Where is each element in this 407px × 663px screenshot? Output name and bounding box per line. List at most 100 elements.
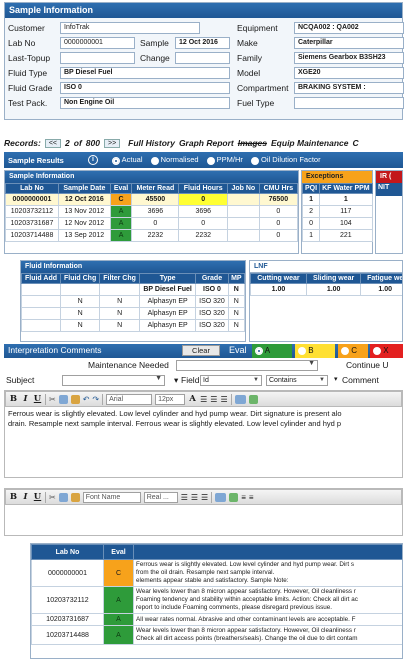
operator-select[interactable]: Contains ▼ [266,375,328,386]
last-topup-field[interactable] [60,52,135,64]
italic-icon[interactable]: I [21,394,30,404]
subject-select[interactable]: ▼ [62,375,165,386]
cut-icon[interactable]: ✂ [49,493,56,502]
customer-field[interactable]: InfoTrak [60,22,200,34]
paste-icon[interactable] [70,492,80,502]
real-size-select[interactable]: Real ... [143,491,178,503]
col-mp[interactable]: MP [227,273,246,284]
table-row[interactable]: 10203732112 13 Nov 2012 A 3696 3696 0 [5,205,299,218]
table-row[interactable]: N N Alphasyn EP ISO 320 N [21,319,246,332]
text-color-icon[interactable]: A [188,394,197,404]
fuel-type-field[interactable] [294,97,404,109]
equipment-field[interactable]: NCQA002 : QA002 [294,22,404,34]
col-cmu-hrs[interactable]: CMU Hrs [258,183,299,194]
radio-oil-dilution[interactable]: Oil Dilution Factor [250,155,321,165]
eval-option-a[interactable]: A [252,344,292,358]
col-fatigue-wear[interactable]: Fatigue we [360,273,402,284]
numbered-list-icon[interactable]: ≡ [249,493,254,502]
col-type[interactable]: Type [138,273,197,284]
radio-ppm-hr[interactable]: PPM/Hr [206,155,243,165]
field-select[interactable]: Id ▼ [200,375,262,386]
compartment-field[interactable]: BRAKING SYSTEM : [294,82,404,94]
model-field[interactable]: XGE20 [294,67,404,79]
table-row[interactable]: 10203714488 A Wear levels lower than 8 m… [31,625,402,645]
table-icon[interactable] [234,394,246,404]
font-name-select[interactable]: Font Name [82,491,141,503]
align-right-icon[interactable]: ☰ [201,493,208,502]
prev-record-button[interactable]: << [44,138,62,148]
font-size-select[interactable]: 12px [155,393,186,405]
col-sliding-wear[interactable]: Sliding wear [305,273,362,284]
copy-icon[interactable] [58,394,68,404]
font-family-select[interactable]: Arial [106,393,153,405]
bold-icon[interactable]: B [9,492,18,502]
table-row[interactable]: BP Diesel Fuel ISO 0N [21,283,246,296]
col-kf-water[interactable]: KF Water PPM [319,183,373,194]
lab-no-field[interactable]: 0000000001 [60,37,135,49]
records-bar-trailing[interactable]: C [352,138,358,148]
undo-icon[interactable]: ↶ [83,395,90,404]
col-history-lab-no[interactable]: Lab No [31,544,104,560]
col-eval[interactable]: Eval [109,183,133,194]
table-row[interactable]: 2 117 [301,205,373,218]
table-row[interactable]: 0000000001 C Ferrous wear is slightly el… [31,559,402,587]
sample-date-field[interactable]: 12 Oct 2016 [175,37,230,49]
radio-actual[interactable]: Actual [112,155,143,165]
maintenance-select[interactable]: ▼ [176,360,318,371]
table-row[interactable]: 10203714488 13 Sep 2012 A 2232 2232 0 [5,229,299,242]
col-pqi[interactable]: PQI [301,183,321,194]
table-icon[interactable] [215,492,227,502]
fluid-grade-field[interactable]: ISO 0 [60,82,230,94]
col-fluid-chg[interactable]: Fluid Chg [59,273,101,284]
redo-icon[interactable]: ↷ [92,395,99,404]
col-fluid-hours[interactable]: Fluid Hours [178,183,228,194]
table-row[interactable]: 10203731687 A All wear rates normal. Abr… [31,613,402,626]
equip-maintenance-link[interactable]: Equip Maintenance [271,138,348,148]
change-field[interactable] [175,52,230,64]
align-right-icon[interactable]: ☰ [220,395,227,404]
graph-report-link[interactable]: Graph Report [179,138,234,148]
eval-option-c[interactable]: C [338,344,368,358]
table-row[interactable]: N N Alphasyn EP ISO 320 N [21,295,246,308]
image-icon[interactable] [248,394,258,404]
col-meter-read[interactable]: Meter Read [131,183,180,194]
info-icon[interactable]: i [88,155,98,165]
table-row[interactable]: N N Alphasyn EP ISO 320 N [21,307,246,320]
eval-option-b[interactable]: B [295,344,335,358]
col-fluid-add[interactable]: Fluid Add [21,273,61,284]
image-icon[interactable] [229,492,239,502]
note-editor-content[interactable] [5,505,402,535]
eval-option-x[interactable]: X [370,344,403,358]
col-job-no[interactable]: Job No [226,183,260,194]
full-history-link[interactable]: Full History [128,138,175,148]
paste-icon[interactable] [70,394,80,404]
col-history-eval[interactable]: Eval [103,544,134,560]
fluid-type-field[interactable]: BP Diesel Fuel [60,67,230,79]
col-cutting-wear[interactable]: Cutting wear [250,273,307,284]
cut-icon[interactable]: ✂ [49,395,56,404]
editor-content[interactable]: Ferrous wear is slightly elevated. Low l… [5,407,402,431]
bold-icon[interactable]: B [9,394,18,404]
table-row[interactable]: 0000000001 12 Oct 2016 C 45500 0 76500 [5,193,299,206]
table-row[interactable]: 10203731687 12 Nov 2012 A 0 0 0 [5,217,299,230]
col-sample-date[interactable]: Sample Date [57,183,111,194]
table-row[interactable]: 1 221 [301,229,373,242]
col-filter-chg[interactable]: Filter Chg [99,273,140,284]
bullet-list-icon[interactable]: ≡ [241,493,246,502]
table-row[interactable]: 10203732112 A Wear levels lower than 8 m… [31,586,402,614]
copy-icon[interactable] [58,492,68,502]
test-pack-field[interactable]: Non Engine Oil [60,97,230,109]
radio-normalised[interactable]: Normalised [150,155,199,165]
align-center-icon[interactable]: ☰ [210,395,217,404]
table-row[interactable]: 0 104 [301,217,373,230]
images-link[interactable]: Images [238,138,267,148]
italic-icon[interactable]: I [21,492,30,502]
table-row[interactable]: 1.00 1.00 1.00 [250,283,402,296]
table-row[interactable]: 11 [301,193,373,206]
next-record-button[interactable]: >> [103,138,121,148]
underline-icon[interactable]: U [33,394,42,404]
align-center-icon[interactable]: ☰ [191,493,198,502]
family-field[interactable]: Siemens Gearbox B3SH23 [294,52,404,64]
align-left-icon[interactable]: ☰ [181,493,188,502]
col-lab-no[interactable]: Lab No [5,183,59,194]
